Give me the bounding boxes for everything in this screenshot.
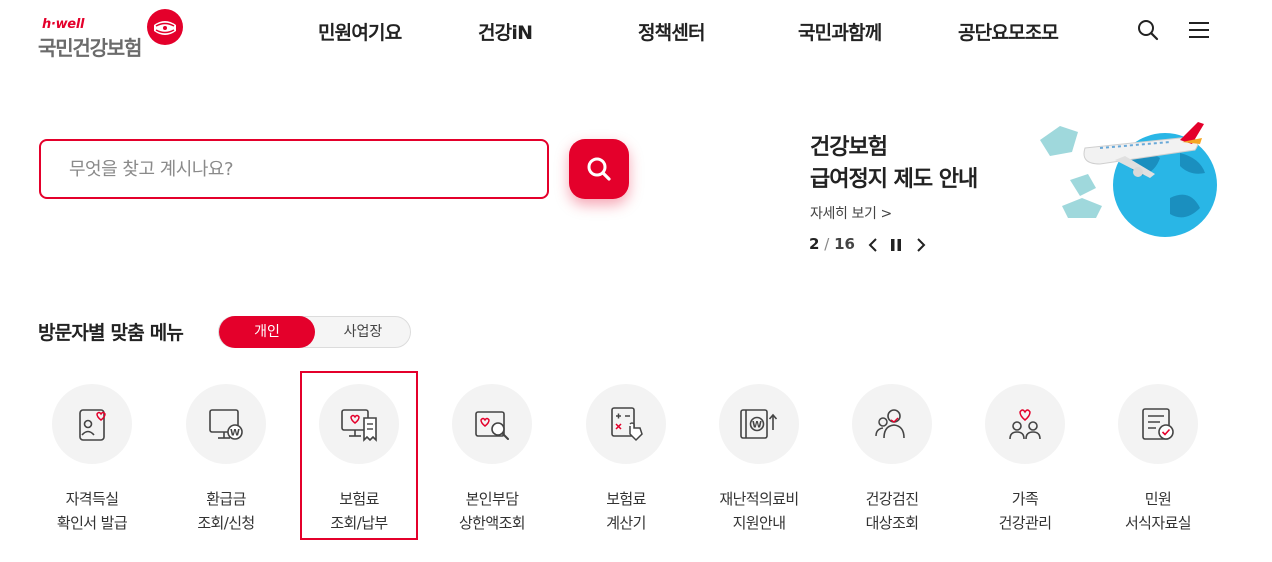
service-premium-calculator[interactable]: 보험료 계산기 [556,384,696,544]
family-heart-icon [1009,409,1041,440]
calculator-hand-icon [611,407,643,442]
service-civil-forms[interactable]: 민원 서식자료실 [1088,384,1228,544]
service-family-health[interactable]: 가족 건강관리 [955,384,1095,544]
chevron-right-icon[interactable] [911,236,929,254]
people-search-icon [875,409,905,439]
banner-pagination: 2 / 16 [809,235,926,255]
selected-item-highlight [300,371,418,540]
chevron-left-icon[interactable] [865,236,883,254]
banner-page-total: 16 [834,235,855,253]
nav-item-corporation-info[interactable]: 공단요모조모 [958,18,1059,45]
service-catastrophic-medical-support[interactable]: W 재난적의료비 지원안내 [689,384,829,544]
service-qualification-certificate[interactable]: 자격득실 확인서 발급 [22,384,162,544]
search-icon[interactable] [1136,18,1160,42]
svg-text:W: W [752,421,762,431]
banner-detail-link[interactable]: 자세히 보기 > [810,203,892,223]
logo-mark-icon [147,9,183,45]
monitor-won-icon: W [209,409,243,440]
visitor-type-toggle: 개인 사업장 [218,316,411,348]
card-search-icon [475,411,509,440]
pause-icon[interactable] [887,236,905,254]
toggle-individual[interactable]: 개인 [219,316,315,348]
toggle-business[interactable]: 사업장 [315,316,411,348]
hamburger-menu-icon[interactable] [1187,18,1211,42]
document-check-icon [1142,408,1174,440]
service-copayment-ceiling[interactable]: 본인부담 상한액조회 [422,384,562,544]
service-refund[interactable]: W 환급금 조회/신청 [156,384,296,544]
custom-menu-title: 방문자별 맞춤 메뉴 [38,322,184,344]
nav-item-civil-service[interactable]: 민원여기요 [318,18,402,45]
logo-title: 국민건강보험 [38,36,142,60]
logo[interactable]: h·well 국민건강보험 [38,8,188,60]
nav-item-with-people[interactable]: 국민과함께 [798,18,882,45]
book-won-icon: W [740,409,778,439]
search-button[interactable] [569,139,629,199]
logo-subtitle: h·well [42,17,85,32]
airplane-globe-illustration [1040,122,1217,237]
nav-item-health-in[interactable]: 건강iN [478,18,533,45]
banner-page-current: 2 [809,235,820,253]
certificate-user-icon [79,409,106,441]
service-health-checkup-eligibility[interactable]: 건강검진 대상조회 [822,384,962,544]
nav-item-policy-center[interactable]: 정책센터 [638,18,706,45]
banner-page-separator: / [824,235,830,253]
search-box [39,139,549,199]
svg-text:W: W [230,429,240,439]
search-input[interactable] [69,154,519,184]
banner-title: 건강보험 급여정지 제도 안내 [810,135,978,192]
search-icon [587,157,611,181]
